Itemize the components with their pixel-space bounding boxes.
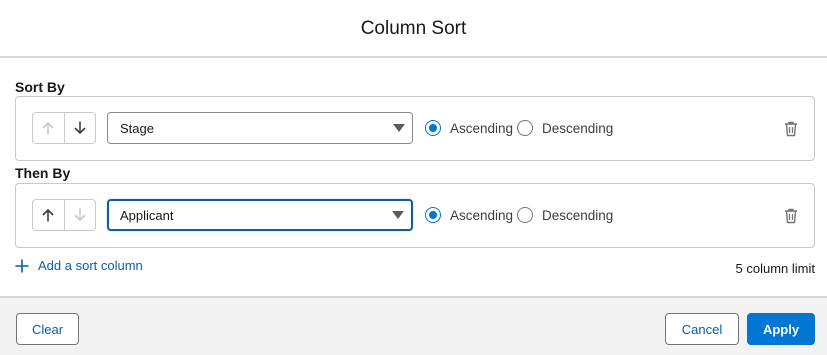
ascending-radio[interactable] [425, 120, 441, 136]
arrow-down-icon [74, 121, 86, 134]
descending-radio-option[interactable]: Descending [517, 112, 613, 144]
chevron-down-icon [393, 124, 405, 132]
move-button-group [32, 199, 96, 231]
then-field-value: Applicant [120, 207, 174, 223]
ascending-label: Ascending [450, 207, 514, 223]
sort-row-2: Applicant Ascending Descending [15, 183, 815, 248]
sort-by-label: Sort By [15, 79, 65, 95]
delete-icon[interactable] [784, 121, 798, 137]
then-by-label: Then By [15, 165, 71, 181]
cancel-button[interactable]: Cancel [665, 313, 739, 345]
move-up-button[interactable] [33, 200, 64, 230]
descending-label: Descending [542, 120, 614, 136]
ascending-radio-option[interactable]: Ascending [425, 112, 513, 144]
ascending-radio-option[interactable]: Ascending [425, 199, 513, 231]
arrow-up-icon [43, 122, 54, 135]
chevron-down-icon [392, 211, 404, 219]
plus-icon [15, 258, 29, 273]
descending-radio[interactable] [517, 120, 533, 136]
apply-button[interactable]: Apply [747, 313, 815, 345]
move-up-button[interactable] [33, 113, 64, 143]
delete-icon[interactable] [784, 208, 798, 224]
dialog-footer: Clear Cancel Apply [0, 296, 827, 355]
move-button-group [32, 112, 96, 144]
descending-radio-option[interactable]: Descending [517, 199, 613, 231]
dialog-title: Column Sort [360, 18, 467, 39]
then-field-select[interactable]: Applicant [107, 199, 413, 231]
add-sort-column-label: Add a sort column [38, 258, 143, 273]
sort-row-1: Stage Ascending Descending [15, 96, 815, 161]
column-limit-text: 5 column limit [735, 261, 815, 276]
descending-radio[interactable] [517, 207, 533, 223]
ascending-radio[interactable] [425, 207, 441, 223]
arrow-up-icon [43, 209, 54, 222]
sort-field-value: Stage [120, 120, 154, 136]
ascending-label: Ascending [450, 120, 514, 136]
dialog-header: Column Sort [0, 0, 827, 58]
move-down-button[interactable] [63, 113, 95, 143]
descending-label: Descending [542, 207, 614, 223]
add-sort-column-link[interactable]: Add a sort column [15, 258, 143, 273]
move-down-button[interactable] [63, 200, 95, 230]
arrow-down-icon [74, 208, 86, 221]
clear-button[interactable]: Clear [16, 313, 79, 345]
sort-field-select[interactable]: Stage [107, 112, 413, 144]
